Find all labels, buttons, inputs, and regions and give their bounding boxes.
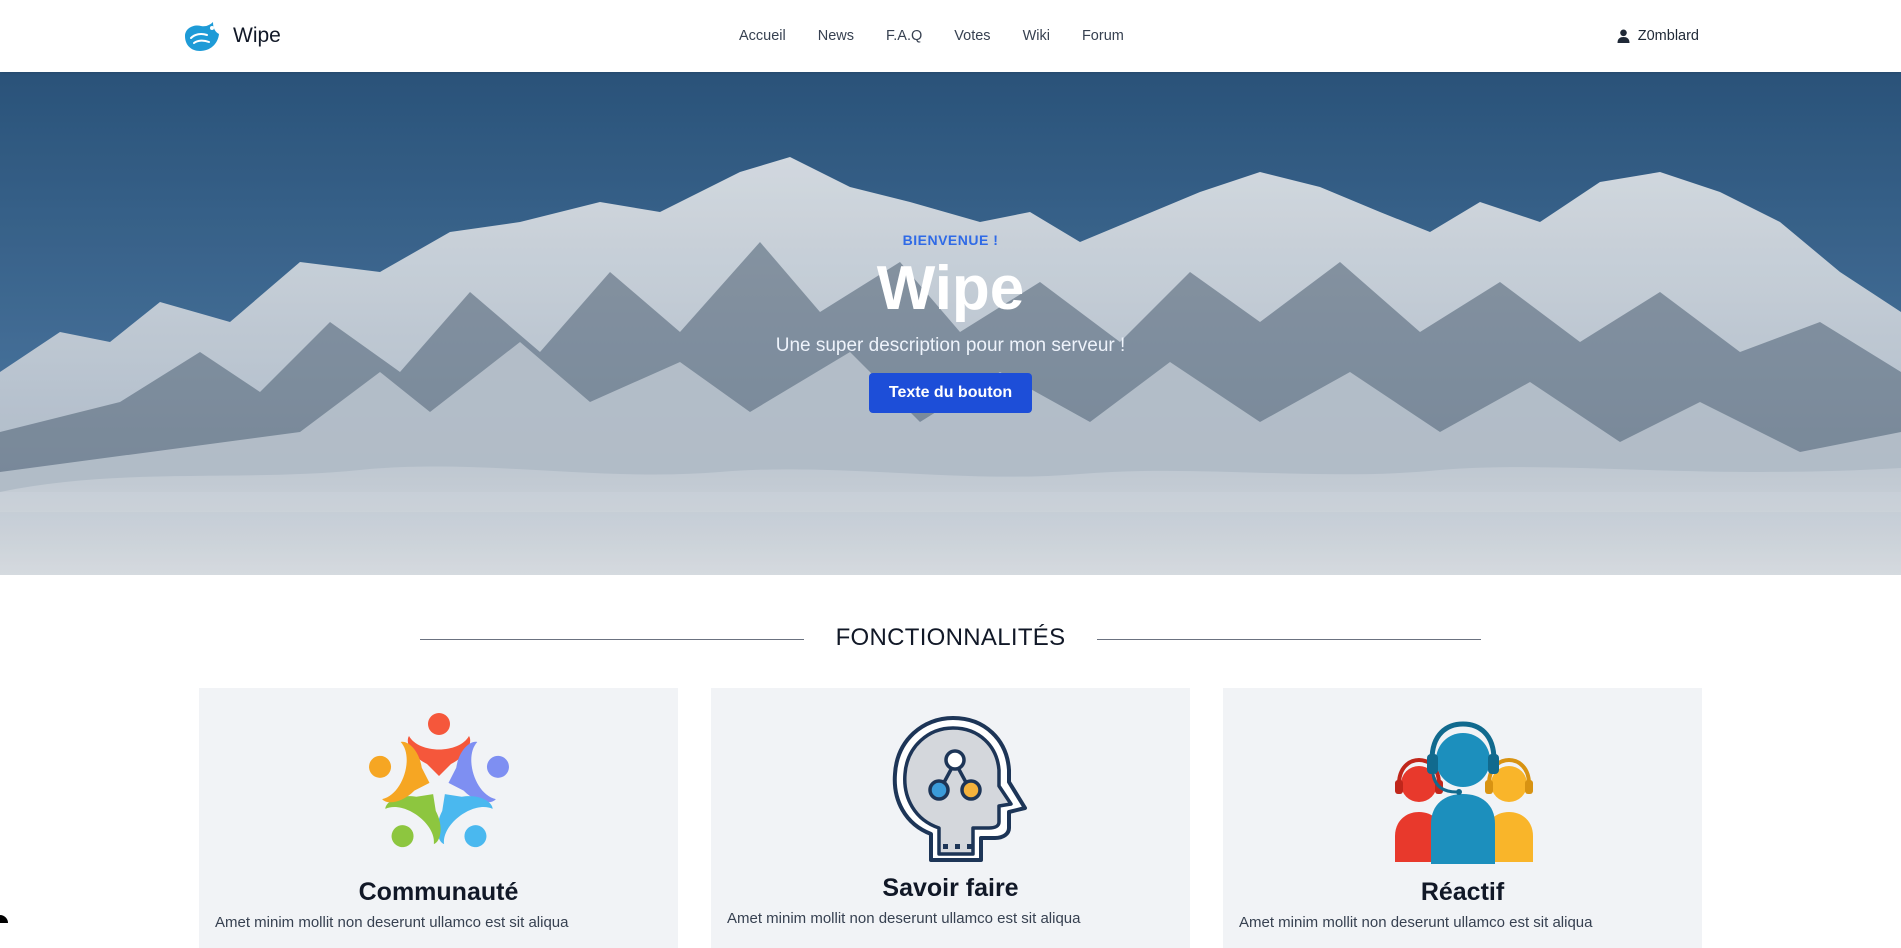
features-heading: FONCTIONNALITÉS xyxy=(0,612,1901,668)
features-title: FONCTIONNALITÉS xyxy=(835,624,1066,651)
user-menu[interactable]: Z0mblard xyxy=(1617,0,1699,72)
card-text: Amet minim mollit non deserunt ullamco e… xyxy=(727,910,1081,927)
user-name: Z0mblard xyxy=(1637,28,1699,44)
feature-card-savoir-faire: Savoir faire Amet minim mollit non deser… xyxy=(711,688,1190,948)
community-icon xyxy=(368,713,509,848)
hero-cta-button[interactable]: Texte du bouton xyxy=(868,373,1033,414)
brand-logo-icon xyxy=(185,22,219,51)
nav-link-accueil[interactable]: Accueil xyxy=(739,28,786,44)
divider-right xyxy=(1097,639,1481,640)
feature-card-communaute: Communauté Amet minim mollit non deserun… xyxy=(199,688,678,948)
card-title: Communauté xyxy=(358,878,519,906)
knowledge-head-icon xyxy=(892,716,1027,862)
brand-link[interactable]: Wipe xyxy=(182,18,281,54)
card-title: Savoir faire xyxy=(882,874,1019,902)
hero-eyebrow: BIENVENUE ! xyxy=(902,232,999,248)
feature-card-reactif: Réactif Amet minim mollit non deserunt u… xyxy=(1223,688,1702,948)
nav-link-forum[interactable]: Forum xyxy=(1082,28,1124,44)
window-corner xyxy=(0,915,8,923)
hero-content: BIENVENUE ! Wipe Une super description p… xyxy=(0,232,1901,414)
hero-title: Wipe xyxy=(876,254,1025,323)
top-navbar: Wipe Accueil News F.A.Q Votes Wiki Forum… xyxy=(0,0,1901,72)
hero-banner: BIENVENUE ! Wipe Une super description p… xyxy=(0,72,1901,575)
card-title: Réactif xyxy=(1420,878,1505,906)
main-nav: Accueil News F.A.Q Votes Wiki Forum xyxy=(739,0,1124,72)
hero-description: Une super description pour mon serveur ! xyxy=(775,335,1126,357)
nav-link-faq[interactable]: F.A.Q xyxy=(886,28,922,44)
brand-name: Wipe xyxy=(233,24,281,47)
nav-link-news[interactable]: News xyxy=(818,28,854,44)
nav-link-wiki[interactable]: Wiki xyxy=(1023,28,1050,44)
support-team-icon xyxy=(1394,721,1533,864)
user-icon xyxy=(1617,29,1630,43)
nav-link-votes[interactable]: Votes xyxy=(954,28,990,44)
